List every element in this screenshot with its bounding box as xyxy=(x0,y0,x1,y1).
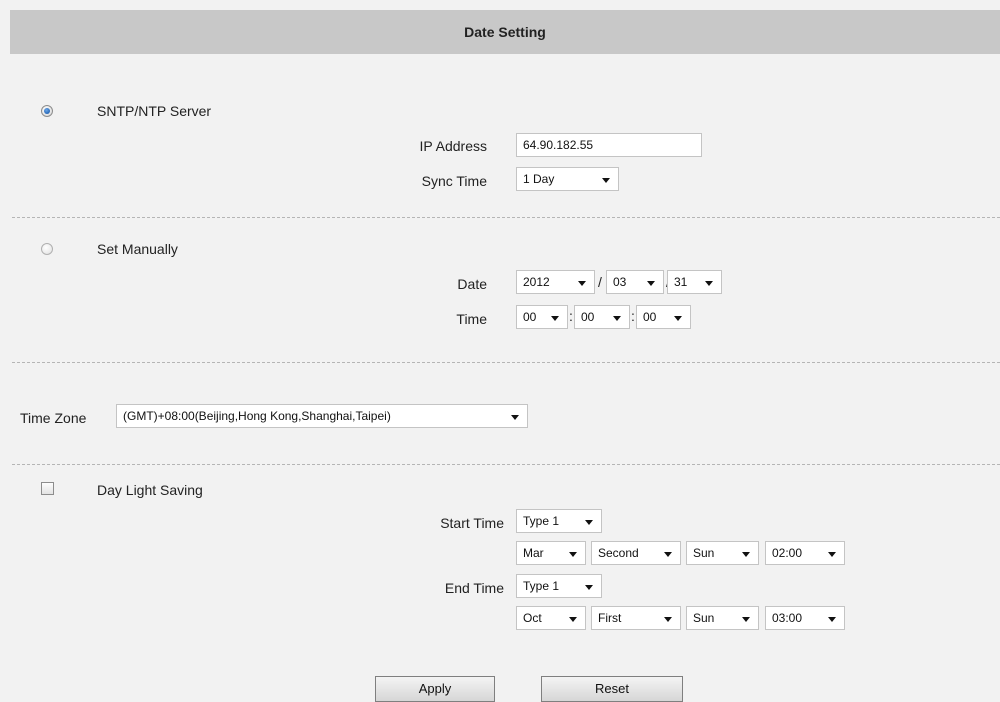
set-manually-label: Set Manually xyxy=(97,241,178,257)
hour-value: 00 xyxy=(523,310,537,324)
start-week-value: Second xyxy=(598,546,639,560)
day-light-saving-checkbox[interactable] xyxy=(41,482,54,495)
chevron-down-icon xyxy=(511,415,519,420)
section-divider xyxy=(12,217,1000,218)
chevron-down-icon xyxy=(705,281,713,286)
end-day-select[interactable]: Sun xyxy=(686,606,759,630)
chevron-down-icon xyxy=(828,552,836,557)
page-title: Date Setting xyxy=(10,10,1000,54)
start-time-label: Start Time xyxy=(440,515,504,531)
year-value: 2012 xyxy=(523,275,550,289)
chevron-down-icon xyxy=(742,552,750,557)
chevron-down-icon xyxy=(674,316,682,321)
chevron-down-icon xyxy=(613,316,621,321)
second-value: 00 xyxy=(643,310,657,324)
start-week-select[interactable]: Second xyxy=(591,541,681,565)
start-month-value: Mar xyxy=(523,546,544,560)
apply-button[interactable]: Apply xyxy=(375,676,495,702)
section-divider xyxy=(12,362,1000,363)
chevron-down-icon xyxy=(828,617,836,622)
end-month-value: Oct xyxy=(523,611,542,625)
day-light-saving-label: Day Light Saving xyxy=(97,482,203,498)
day-value: 31 xyxy=(674,275,688,289)
end-time-value: 03:00 xyxy=(772,611,803,625)
time-zone-value: (GMT)+08:00(Beijing,Hong Kong,Shanghai,T… xyxy=(123,409,391,423)
end-type-value: Type 1 xyxy=(523,579,560,593)
start-type-select[interactable]: Type 1 xyxy=(516,509,602,533)
month-value: 03 xyxy=(613,275,627,289)
minute-select[interactable]: 00 xyxy=(574,305,630,329)
sntp-label: SNTP/NTP Server xyxy=(97,103,212,119)
start-type-value: Type 1 xyxy=(523,514,560,528)
ip-address-label: IP Address xyxy=(419,138,487,154)
minute-value: 00 xyxy=(581,310,595,324)
section-divider xyxy=(12,464,1000,465)
chevron-down-icon xyxy=(664,552,672,557)
start-day-value: Sun xyxy=(693,546,715,560)
end-type-select[interactable]: Type 1 xyxy=(516,574,602,598)
chevron-down-icon xyxy=(585,520,593,525)
time-zone-select[interactable]: (GMT)+08:00(Beijing,Hong Kong,Shanghai,T… xyxy=(116,404,528,428)
time-label: Time xyxy=(456,311,487,327)
chevron-down-icon xyxy=(578,281,586,286)
end-week-value: First xyxy=(598,611,622,625)
ip-address-input[interactable]: 64.90.182.55 xyxy=(516,133,702,157)
month-select[interactable]: 03 xyxy=(606,270,664,294)
sync-time-select[interactable]: 1 Day xyxy=(516,167,619,191)
end-week-select[interactable]: First xyxy=(591,606,681,630)
chevron-down-icon xyxy=(664,617,672,622)
chevron-down-icon xyxy=(551,316,559,321)
chevron-down-icon xyxy=(742,617,750,622)
chevron-down-icon xyxy=(569,617,577,622)
time-zone-label: Time Zone xyxy=(20,410,87,426)
end-time-label: End Time xyxy=(444,580,504,596)
date-label: Date xyxy=(457,276,487,292)
hour-select[interactable]: 00 xyxy=(516,305,568,329)
sntp-radio[interactable] xyxy=(41,105,53,117)
sync-time-value: 1 Day xyxy=(523,172,555,186)
radio-selected-dot xyxy=(44,108,50,114)
start-day-select[interactable]: Sun xyxy=(686,541,759,565)
end-month-select[interactable]: Oct xyxy=(516,606,586,630)
year-select[interactable]: 2012 xyxy=(516,270,595,294)
start-time-value: 02:00 xyxy=(772,546,803,560)
chevron-down-icon xyxy=(647,281,655,286)
chevron-down-icon xyxy=(602,178,610,183)
reset-button[interactable]: Reset xyxy=(541,676,683,702)
sync-time-label: Sync Time xyxy=(421,173,487,189)
start-month-select[interactable]: Mar xyxy=(516,541,586,565)
chevron-down-icon xyxy=(569,552,577,557)
start-time-select[interactable]: 02:00 xyxy=(765,541,845,565)
time-separator: : xyxy=(569,308,573,324)
day-select[interactable]: 31 xyxy=(667,270,722,294)
second-select[interactable]: 00 xyxy=(636,305,691,329)
time-separator: : xyxy=(631,308,635,324)
end-time-select[interactable]: 03:00 xyxy=(765,606,845,630)
chevron-down-icon xyxy=(585,585,593,590)
date-separator: / xyxy=(598,274,602,290)
set-manually-radio[interactable] xyxy=(41,243,53,255)
end-day-value: Sun xyxy=(693,611,715,625)
